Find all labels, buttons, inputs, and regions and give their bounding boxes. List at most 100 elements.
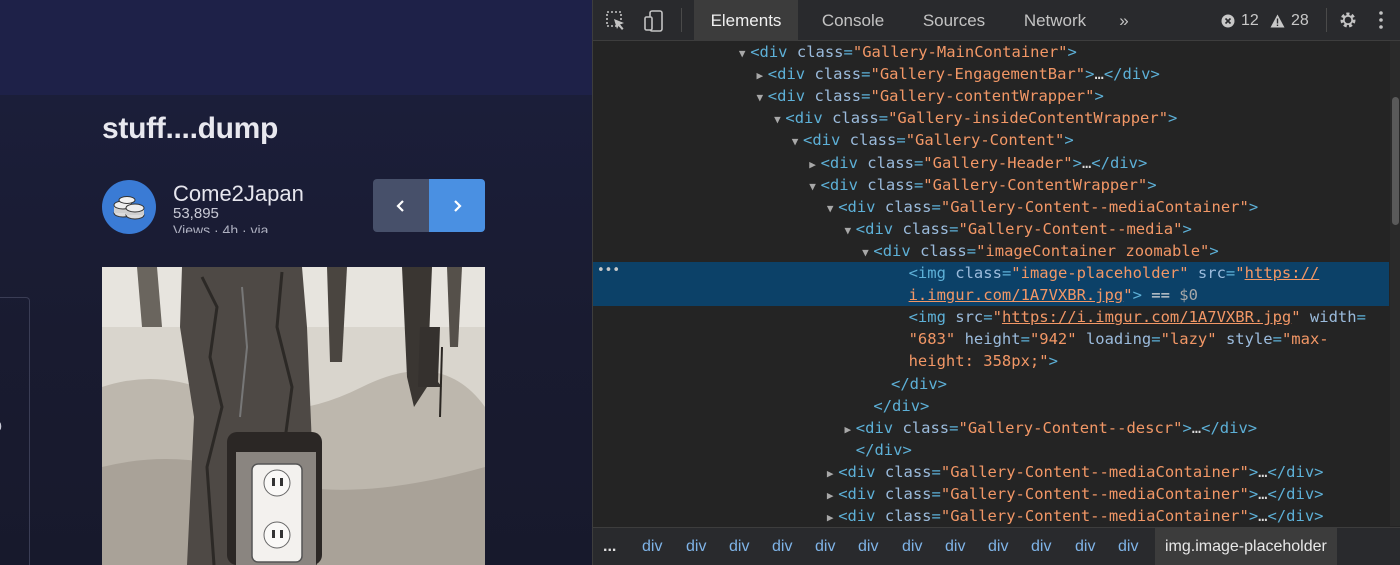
dom-node[interactable]: ▶ <div class="Gallery-Content--mediaConta… [593,483,1389,505]
dom-link[interactable]: https://i.imgur.com/1A7VXBR.jpg [1002,308,1291,326]
post-image[interactable] [102,267,485,565]
dom-token: = [983,308,993,327]
collapse-triangle-icon[interactable]: ▶ [805,154,821,176]
collapse-triangle-icon[interactable]: ▶ [822,485,838,507]
more-tabs-button[interactable]: » [1113,0,1135,41]
dom-token: … [1191,418,1202,437]
dom-node[interactable]: "683" height="942" loading="lazy" style=… [593,328,1389,350]
dom-link[interactable]: https:// [1245,264,1320,282]
breadcrumb-item[interactable]: div [988,528,1008,565]
dom-token: > [1209,241,1219,260]
dom-token: … [1081,153,1092,172]
expand-triangle-icon[interactable]: ▼ [752,87,768,109]
author-name[interactable]: Come2Japan [173,181,304,207]
expand-triangle-icon[interactable]: ▼ [805,176,821,198]
dom-token: = [931,507,941,526]
dom-node[interactable]: ▼ <div class="Gallery-Content--mediaConta… [593,196,1389,218]
dom-token: <div [838,197,885,216]
breadcrumb-item[interactable]: div [686,528,706,565]
dom-token: = [913,175,924,194]
collapse-triangle-icon[interactable]: ▶ [840,419,856,441]
dom-token: = [1272,330,1282,349]
tab-sources[interactable]: Sources [909,0,999,41]
dom-token: <div [785,109,833,128]
collapse-triangle-icon[interactable]: ▶ [822,463,838,485]
error-counter[interactable]: 12 [1221,0,1259,41]
collapse-triangle-icon[interactable]: ▶ [752,65,768,87]
dom-node-selected[interactable]: <img class="image-placeholder" src="http… [593,262,1389,284]
dom-node[interactable]: ▶ <div class="Gallery-Header">…</div> [593,152,1389,174]
dom-token: = [1151,330,1161,349]
breadcrumb-item[interactable]: div [945,528,965,565]
tab-console[interactable]: Console [805,0,901,41]
next-post-button[interactable] [429,179,485,232]
breadcrumb-item[interactable]: div [1031,528,1051,565]
dom-node[interactable]: ▶ <div class="Gallery-EngagementBar">…</d… [593,63,1389,85]
dom-tree[interactable]: ▼ <div class="Gallery-MainContainer"> ▶ <di… [593,41,1389,526]
tab-network[interactable]: Network [1009,0,1101,41]
dom-node[interactable]: ▶ <div class="Gallery-Content--descr">…</… [593,417,1389,439]
dom-node[interactable]: ▼ <div class="Gallery-contentWrapper"> [593,85,1389,107]
prev-post-button[interactable] [373,179,429,232]
dom-token: </div> [873,396,930,415]
breadcrumb-item[interactable]: div [729,528,749,565]
dom-token: "Gallery-Content--mediaContainer" [940,507,1249,526]
breadcrumb-item[interactable]: div [1118,528,1138,565]
device-toggle-icon[interactable] [643,10,665,32]
expand-triangle-icon[interactable]: ▼ [787,131,803,153]
dom-node[interactable]: ▶ <div class="Gallery-Content--mediaConta… [593,505,1389,526]
dom-token: "Gallery-Content--media" [958,219,1183,238]
dom-token: … [1258,462,1268,481]
dom-node[interactable]: ▼ <div class="Gallery-Content"> [593,129,1389,151]
dom-token: == [1141,286,1180,305]
dom-token: > [1248,197,1259,216]
dom-node[interactable]: ▼ <div class="Gallery-ContentWrapper"> [593,174,1389,196]
inspect-element-icon[interactable] [605,10,627,32]
dom-node[interactable]: ▼ <div class="Gallery-MainContainer"> [593,41,1389,63]
dom-node[interactable]: ▼ <div class="Gallery-Content--media"> [593,218,1389,240]
dom-token: "Gallery-contentWrapper" [870,87,1095,106]
breadcrumb-item[interactable]: div [815,528,835,565]
dom-node[interactable]: <img src="https://i.imgur.com/1A7VXBR.jp… [593,306,1389,328]
settings-gear-icon[interactable] [1337,9,1359,31]
dom-node[interactable]: </div> [593,395,1389,417]
dom-token: <div [767,87,815,106]
dom-node[interactable]: height: 358px;"> [593,350,1389,372]
more-options-icon[interactable] [1370,9,1392,31]
tab-elements[interactable]: Elements [694,0,798,41]
expand-triangle-icon[interactable]: ▼ [734,43,750,65]
dom-token: "imageContainer zoomable" [976,241,1210,260]
expand-triangle-icon[interactable]: ▼ [840,220,856,242]
collapse-triangle-icon[interactable]: ▶ [822,507,838,526]
dom-node[interactable]: </div> [593,373,1389,395]
author-avatar[interactable] [102,180,156,234]
dom-tree-scrollbar[interactable] [1390,41,1400,526]
breadcrumb-item[interactable]: div [1075,528,1095,565]
dom-token: <div [873,241,921,260]
dom-token: <div [820,175,868,194]
expand-triangle-icon[interactable]: ▼ [857,242,873,264]
breadcrumb-current[interactable]: img.image-placeholder [1155,528,1337,565]
breadcrumb-item[interactable]: div [772,528,792,565]
element-breadcrumbs: ... div div div div div div div div div div div div i… [593,527,1400,565]
breadcrumb-item[interactable]: div [858,528,878,565]
tree-outlet-photo [102,267,485,565]
dom-node[interactable]: ▼ <div class="Gallery-insideContentWrappe… [593,107,1389,129]
breadcrumb-more[interactable]: ... [603,528,616,565]
dom-node[interactable]: ▶ <div class="Gallery-Content--mediaConta… [593,461,1389,483]
dom-node[interactable]: ▼ <div class="imageContainer zoomable"> [593,240,1389,262]
dom-node[interactable]: </div> [593,439,1389,461]
dom-token: class [884,197,932,216]
dom-token: <div [820,153,868,172]
breadcrumb-item[interactable]: div [642,528,662,565]
node-actions-dots[interactable]: ••• [597,263,620,278]
expand-triangle-icon[interactable]: ▼ [822,198,838,220]
dom-link[interactable]: i.imgur.com/1A7VXBR.jpg [909,286,1124,304]
scrollbar-thumb[interactable] [1392,97,1399,225]
expand-triangle-icon[interactable]: ▼ [769,109,785,131]
dom-node-selected[interactable]: i.imgur.com/1A7VXBR.jpg"> == $0 [593,284,1389,307]
dom-token: width [1300,308,1357,327]
dom-token: … [1258,507,1268,526]
breadcrumb-item[interactable]: div [902,528,922,565]
warning-counter[interactable]: 28 [1270,0,1309,41]
